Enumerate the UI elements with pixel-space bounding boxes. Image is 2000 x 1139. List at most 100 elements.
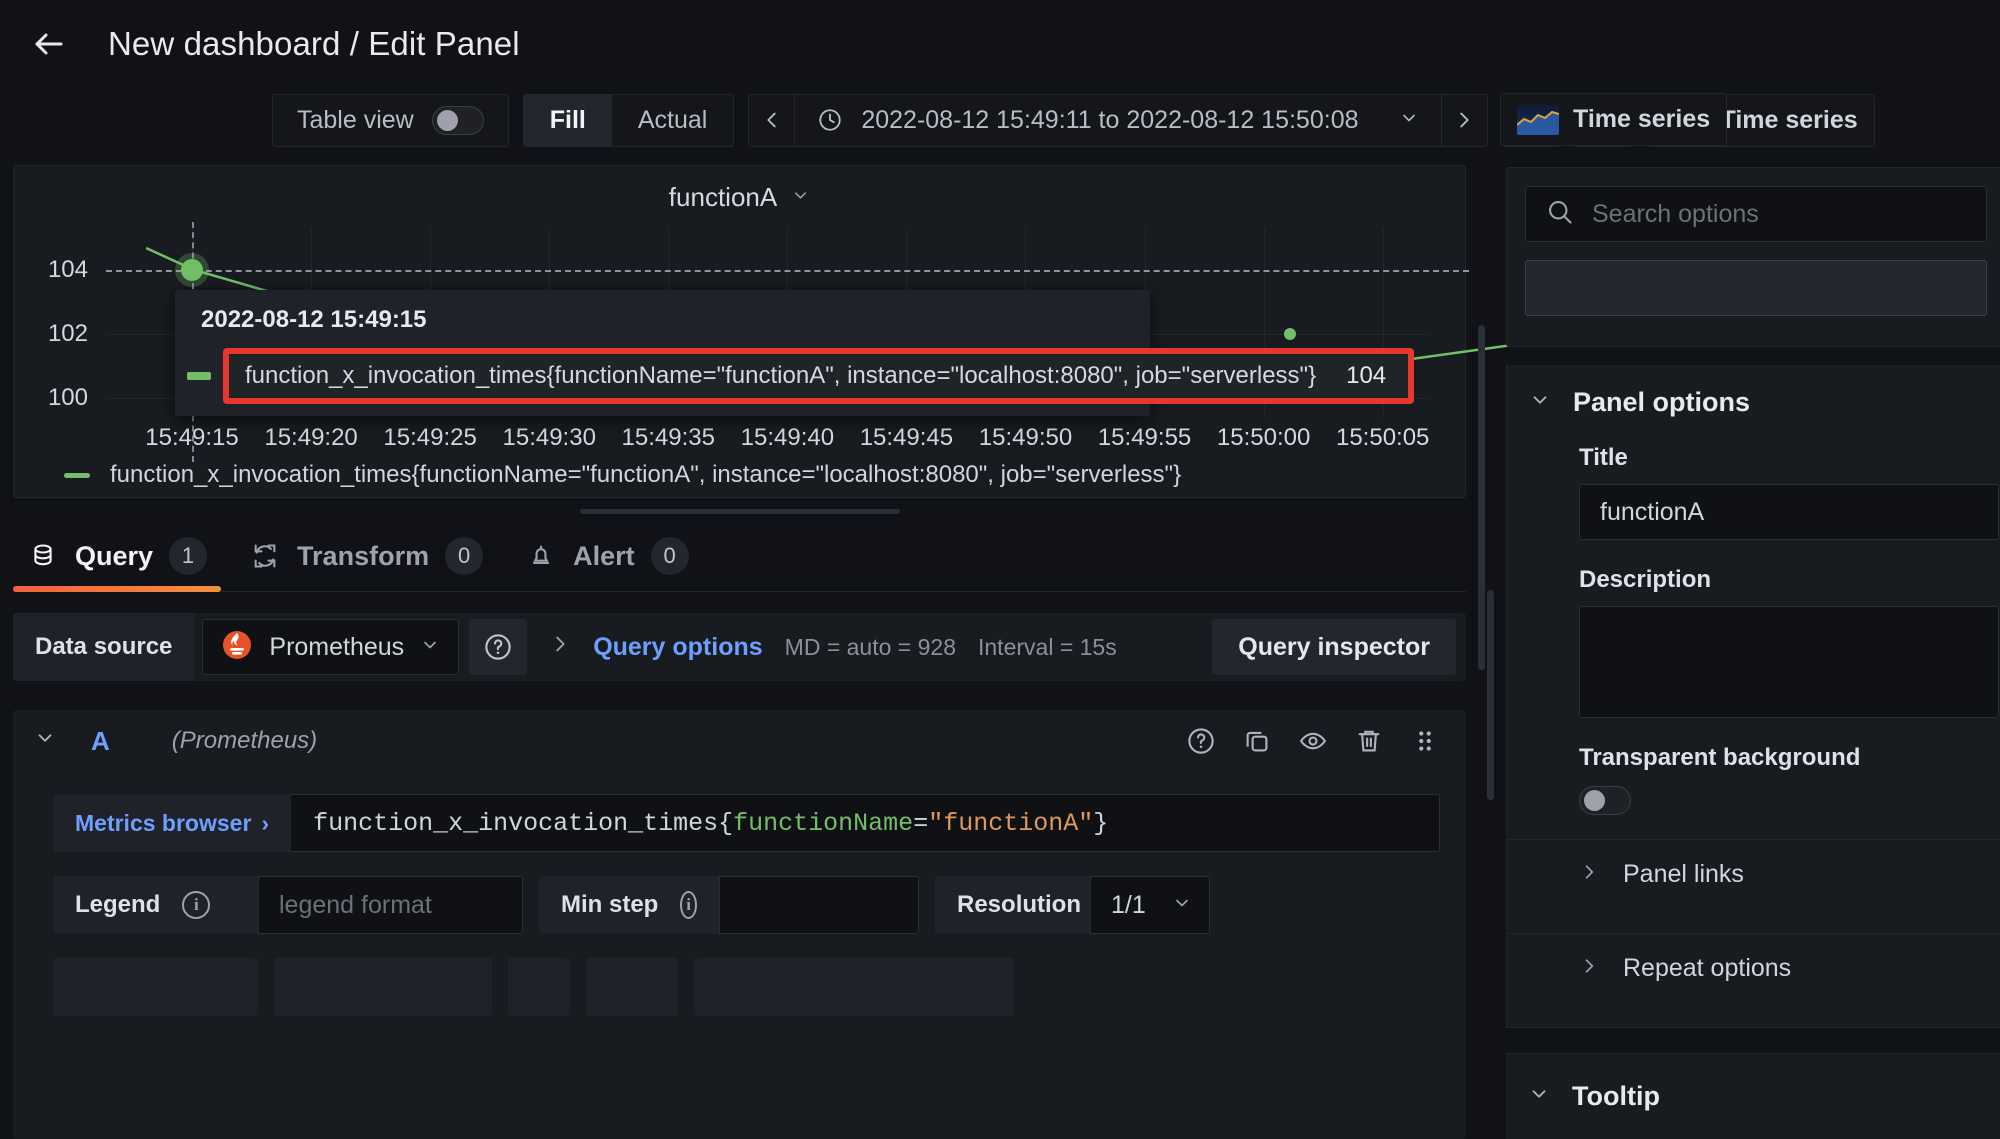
min-step-field-label: Min step i: [539, 876, 719, 934]
x-tick: 15:49:50: [978, 424, 1073, 451]
transform-icon: [249, 540, 281, 572]
chevron-right-icon: [1460, 112, 1469, 128]
x-tick: 15:49:25: [383, 424, 477, 451]
chevron-down-icon: [1528, 1083, 1550, 1111]
fill-actual-toggle[interactable]: Fill Actual: [522, 93, 735, 147]
options-filter-field[interactable]: [1525, 260, 1987, 316]
sidebar-viz-picker[interactable]: Time series: [1500, 93, 1728, 146]
time-shift-forward-button[interactable]: [1440, 94, 1487, 146]
tooltip-series-row: function_x_invocation_times{functionName…: [175, 348, 1415, 404]
actual-button[interactable]: Actual: [612, 95, 733, 146]
legend-label-text: Legend: [75, 891, 161, 918]
exemplar-placeholder[interactable]: [694, 958, 1014, 1016]
min-step-input[interactable]: [719, 876, 919, 934]
chevron-down-icon[interactable]: [791, 186, 810, 210]
query-help-icon[interactable]: [1186, 726, 1216, 756]
back-button[interactable]: [22, 17, 76, 71]
chart-tooltip: 2022-08-12 15:49:15 function_x_invocatio…: [175, 290, 1415, 416]
x-tick: 15:49:45: [859, 424, 954, 451]
resolution-field-label: Resolution: [935, 876, 1090, 934]
hide-query-icon[interactable]: [1298, 726, 1328, 756]
tab-alert[interactable]: Alert 0: [511, 537, 717, 591]
format-field-placeholder[interactable]: [53, 958, 258, 1016]
panel-header[interactable]: functionA: [14, 166, 1465, 213]
query-data-source-name: (Prometheus): [171, 727, 318, 754]
options-search-section: Search options: [1506, 167, 2000, 347]
info-circle-icon[interactable]: i: [182, 891, 211, 919]
toggle-placeholder-1[interactable]: [508, 958, 570, 1016]
x-tick: 15:49:30: [502, 424, 596, 451]
x-axis: 15:49:15 15:49:20 15:49:25 15:49:30 15:4…: [106, 424, 1429, 458]
tooltip-options-section[interactable]: Tooltip: [1506, 1053, 2000, 1139]
resolution-label-text: Resolution: [957, 891, 1081, 918]
info-circle-icon[interactable]: i: [680, 891, 697, 919]
repeat-options-section[interactable]: Repeat options: [1507, 934, 2000, 1003]
query-options-label[interactable]: Query options: [593, 633, 762, 662]
table-view-toggle[interactable]: Table view: [272, 93, 509, 147]
help-circle-icon: [485, 634, 511, 660]
sidebar-viz-button[interactable]: Time series: [1500, 93, 1728, 146]
time-shift-back-button[interactable]: [749, 94, 796, 146]
min-step-label-text: Min step: [561, 891, 659, 918]
panel-resize-handle[interactable]: [579, 509, 900, 514]
options-search-input[interactable]: Search options: [1525, 186, 1987, 242]
resolution-select[interactable]: 1/1: [1090, 876, 1210, 934]
panel-links-section[interactable]: Panel links: [1507, 840, 2000, 909]
chevron-right-icon: [1579, 862, 1599, 888]
max-data-points-text: MD = auto = 928: [784, 633, 956, 660]
repeat-options-label: Repeat options: [1623, 954, 1792, 982]
tooltip-timestamp: 2022-08-12 15:49:15: [201, 306, 427, 333]
data-point: [1284, 328, 1297, 340]
top-header: New dashboard / Edit Panel: [0, 0, 1900, 88]
expr-close: }: [1093, 808, 1109, 838]
metrics-browser-button[interactable]: Metrics browser ›: [53, 794, 292, 852]
panel-options-header[interactable]: Panel options: [1507, 387, 2000, 418]
data-source-picker[interactable]: Prometheus: [202, 619, 460, 675]
expr-label: functionName: [733, 808, 914, 838]
drag-query-icon[interactable]: [1410, 726, 1440, 756]
y-axis: 104 102 100: [28, 228, 88, 418]
tooltip-series-name: function_x_invocation_times{functionName…: [245, 362, 1317, 389]
panel-scrollbar[interactable]: [1478, 325, 1485, 670]
chevron-down-icon[interactable]: [1399, 108, 1419, 133]
x-tick: 15:49:35: [621, 424, 715, 451]
data-source-name: Prometheus: [269, 632, 405, 661]
chevron-down-icon[interactable]: [420, 635, 440, 660]
transparent-background-switch[interactable]: [1579, 786, 1631, 815]
panel-options-title: Panel options: [1573, 387, 1751, 417]
time-series-icon: [1517, 104, 1559, 135]
data-source-help-button[interactable]: [469, 619, 528, 675]
query-options-row: Legend i legend format Min step i Resolu…: [53, 876, 1440, 934]
metrics-browser-label: Metrics browser: [75, 809, 252, 836]
x-tick: 15:49:40: [740, 424, 835, 451]
legend-format-input[interactable]: legend format: [258, 876, 523, 934]
tab-query-badge: 1: [169, 537, 208, 575]
expr-value: "functionA": [928, 808, 1094, 838]
table-view-switch[interactable]: [431, 105, 484, 135]
panel-title-input[interactable]: functionA: [1579, 484, 1999, 540]
toggle-placeholder-2[interactable]: [586, 958, 678, 1016]
tab-transform[interactable]: Transform 0: [235, 537, 511, 591]
query-ref-id[interactable]: A: [91, 726, 110, 757]
tab-query[interactable]: Query 1: [13, 537, 235, 592]
time-range-picker[interactable]: 2022-08-12 15:49:11 to 2022-08-12 15:50:…: [795, 95, 1440, 146]
panel-description-input[interactable]: [1579, 606, 1999, 718]
tab-transform-label: Transform: [297, 540, 430, 571]
panel-legend[interactable]: function_x_invocation_times{functionName…: [64, 461, 1181, 489]
chevron-down-icon[interactable]: [33, 727, 57, 755]
remove-query-icon[interactable]: [1354, 726, 1384, 756]
tooltip-series-value: 104: [1346, 362, 1387, 389]
tab-alert-badge: 0: [650, 537, 689, 575]
query-expression-input[interactable]: function_x_invocation_times{functionName…: [291, 794, 1440, 852]
tab-query-label: Query: [75, 540, 154, 571]
panel-options-section: Panel options Title functionA Descriptio…: [1506, 365, 2000, 1028]
table-view-label: Table view: [297, 105, 414, 134]
crosshair-horizontal: [106, 270, 1469, 272]
fill-button[interactable]: Fill: [523, 94, 612, 146]
query-options-expand[interactable]: Query options MD = auto = 928 Interval =…: [549, 633, 1117, 662]
chevron-right-icon: ›: [261, 809, 270, 836]
query-inspector-button[interactable]: Query inspector: [1212, 619, 1456, 675]
format-value-placeholder[interactable]: [274, 958, 492, 1016]
duplicate-query-icon[interactable]: [1242, 726, 1272, 756]
